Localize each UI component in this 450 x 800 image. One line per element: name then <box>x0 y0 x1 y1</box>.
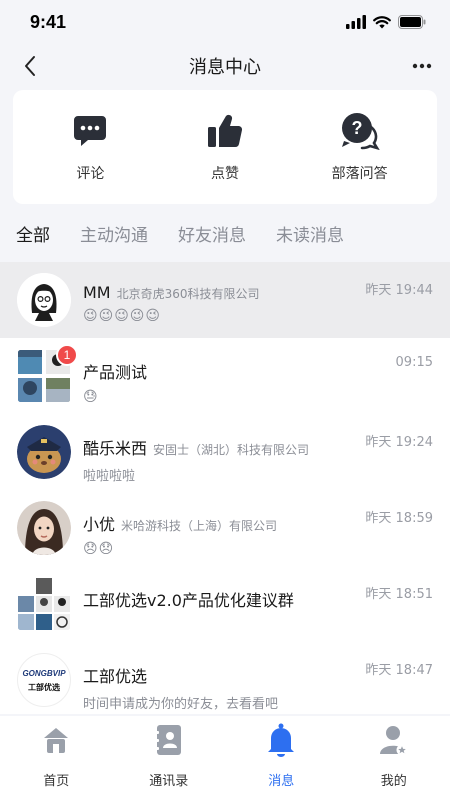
question-bubble-icon: ? <box>340 111 380 151</box>
nav-bar: 消息中心 <box>0 44 450 88</box>
tab-label: 我的 <box>380 774 407 789</box>
contact-name: 工部优选v2.0产品优化建议群 <box>83 591 294 610</box>
contact-name: 小优 <box>83 515 116 534</box>
tab-all[interactable]: 全部 <box>16 221 50 246</box>
tab-profile[interactable]: 我的 <box>344 722 444 789</box>
thumbs-up-icon <box>205 111 245 151</box>
filter-tabs: 全部 主动沟通 好友消息 未读消息 <box>0 212 450 254</box>
tab-unread-messages[interactable]: 未读消息 <box>276 221 344 246</box>
tab-messages[interactable]: 消息 <box>231 722 331 789</box>
tab-contacts[interactable]: 通讯录 <box>119 722 219 789</box>
bottom-tab-bar: 首页 通讯录 消息 我的 <box>0 716 450 800</box>
more-dots-icon <box>412 63 432 69</box>
tab-label: 消息 <box>268 774 295 789</box>
back-button[interactable] <box>14 50 46 82</box>
message-time: 昨天 19:44 <box>365 283 433 298</box>
message-row[interactable]: 小优 米哈游科技（上海）有限公司 😞😞 昨天 18:59 <box>0 490 450 566</box>
avatar: GONGBVIP 工部优选 <box>17 653 71 707</box>
avatar <box>17 273 71 327</box>
logo-subtext: 工部优选 <box>28 683 60 692</box>
home-icon <box>39 722 73 758</box>
contact-company: 安固士（湖北）科技有限公司 <box>153 443 310 457</box>
avatar <box>17 425 71 479</box>
page-title: 消息中心 <box>189 57 261 78</box>
quick-action-label: 点赞 <box>210 166 239 182</box>
contacts-icon <box>152 722 186 758</box>
message-list: MM 北京奇虎360科技有限公司 😉😉😉😉😉 昨天 19:44 产品测试 😓 0… <box>0 262 450 714</box>
contact-name: MM <box>83 283 111 302</box>
status-bar: 9:41 <box>0 0 450 44</box>
unread-badge: 1 <box>56 344 78 366</box>
contact-name: 酷乐米西 <box>83 439 148 458</box>
quick-actions-card: 评论 点赞 ? 部落问答 <box>13 90 437 204</box>
chevron-left-icon <box>25 56 35 76</box>
comment-bubble-icon <box>70 111 110 151</box>
group-avatar <box>17 577 71 631</box>
quick-action-comment[interactable]: 评论 <box>30 111 150 183</box>
message-preview: 😓 <box>83 389 99 405</box>
message-time: 09:15 <box>395 355 433 370</box>
wifi-icon <box>373 16 391 29</box>
profile-icon <box>377 722 411 758</box>
message-preview: 时间申请成为你的好友，去看看吧 <box>83 697 279 712</box>
tab-active-communication[interactable]: 主动沟通 <box>80 221 148 246</box>
quick-action-label: 评论 <box>76 166 105 182</box>
quick-action-label: 部落问答 <box>331 166 388 182</box>
contact-name: 工部优选 <box>83 667 148 686</box>
more-button[interactable] <box>406 50 438 82</box>
message-row[interactable]: MM 北京奇虎360科技有限公司 😉😉😉😉😉 昨天 19:44 <box>0 262 450 338</box>
svg-text:?: ? <box>351 118 362 138</box>
contact-company: 北京奇虎360科技有限公司 <box>116 287 260 301</box>
status-icons <box>346 15 426 29</box>
message-preview: 😉😉😉😉😉 <box>83 308 161 324</box>
message-row[interactable]: 工部优选v2.0产品优化建议群 昨天 18:51 <box>0 566 450 642</box>
tab-label: 通讯录 <box>149 774 189 789</box>
message-time: 昨天 19:24 <box>365 435 433 450</box>
contact-name: 产品测试 <box>83 363 148 382</box>
tab-label: 首页 <box>43 774 70 789</box>
contact-company: 米哈游科技（上海）有限公司 <box>121 519 278 533</box>
avatar <box>17 501 71 555</box>
logo-text: GONGBVIP <box>22 669 66 678</box>
bell-icon <box>264 722 298 758</box>
battery-icon <box>398 15 426 29</box>
status-time: 9:41 <box>30 11 67 32</box>
tab-home[interactable]: 首页 <box>6 722 106 789</box>
message-row[interactable]: 酷乐米西 安固士（湖北）科技有限公司 啦啦啦啦 昨天 19:24 <box>0 414 450 490</box>
tab-friend-messages[interactable]: 好友消息 <box>178 221 246 246</box>
message-row[interactable]: GONGBVIP 工部优选 工部优选 时间申请成为你的好友，去看看吧 昨天 18… <box>0 642 450 714</box>
signal-icon <box>346 15 366 29</box>
message-time: 昨天 18:47 <box>365 663 433 678</box>
message-time: 昨天 18:51 <box>365 587 433 602</box>
message-preview: 啦啦啦啦 <box>83 469 136 484</box>
quick-action-like[interactable]: 点赞 <box>165 111 285 183</box>
quick-action-qa[interactable]: ? 部落问答 <box>300 111 420 183</box>
message-time: 昨天 18:59 <box>365 511 433 526</box>
message-preview: 😞😞 <box>83 541 115 557</box>
